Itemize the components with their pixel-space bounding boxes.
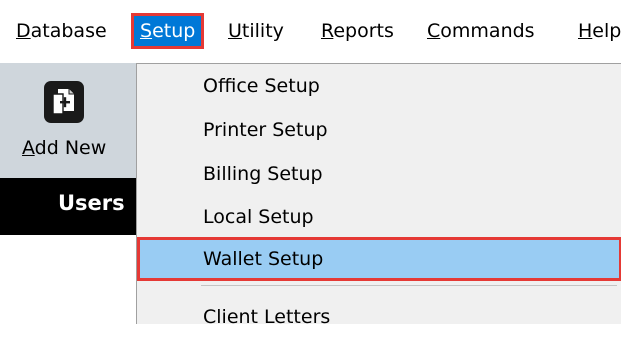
- menu-item-office-setup[interactable]: Office Setup: [137, 64, 621, 108]
- menu-utility-label: tility: [241, 20, 284, 42]
- menu-item-label: Printer Setup: [203, 119, 328, 141]
- add-document-icon: [52, 89, 74, 115]
- add-new-icon[interactable]: [44, 81, 84, 123]
- menu-database-label: atabase: [30, 20, 107, 42]
- section-title: Users: [58, 191, 125, 215]
- menu-help-mnemonic: H: [578, 20, 593, 42]
- menu-item-label: Wallet Setup: [203, 248, 324, 270]
- menu-database[interactable]: Database: [16, 16, 107, 46]
- menu-commands-mnemonic: C: [427, 20, 441, 42]
- menu-item-label: Office Setup: [203, 75, 320, 97]
- menu-bar: Database Setup Utility Reports Commands …: [0, 0, 621, 63]
- menu-utility-mnemonic: U: [228, 20, 242, 42]
- menu-separator: [201, 285, 617, 286]
- setup-dropdown-menu: Office Setup Printer Setup Billing Setup…: [136, 63, 621, 328]
- menu-item-local-setup[interactable]: Local Setup: [137, 195, 621, 239]
- menu-commands[interactable]: Commands: [427, 16, 535, 46]
- menu-item-billing-setup[interactable]: Billing Setup: [137, 152, 621, 196]
- menu-item-label: Local Setup: [203, 206, 314, 228]
- menu-setup-mnemonic: S: [140, 20, 153, 42]
- menu-item-client-letters[interactable]: Client Letters: [137, 295, 621, 339]
- menu-item-printer-setup[interactable]: Printer Setup: [137, 108, 621, 152]
- menu-item-label: Client Letters: [203, 306, 331, 328]
- add-new-button[interactable]: Add New: [22, 137, 106, 159]
- menu-setup-label: etup: [152, 20, 196, 42]
- add-new-mnemonic: A: [22, 137, 35, 159]
- add-new-label: dd New: [34, 137, 107, 159]
- menu-item-wallet-setup[interactable]: Wallet Setup: [137, 237, 621, 281]
- section-header: Users: [0, 178, 136, 235]
- toolbar: Add New: [0, 63, 136, 178]
- menu-help-label: elp: [592, 20, 621, 42]
- menu-reports-mnemonic: R: [321, 20, 334, 42]
- menu-setup[interactable]: Setup: [130, 13, 205, 49]
- menu-database-mnemonic: D: [16, 20, 31, 42]
- menu-help[interactable]: Help: [578, 16, 621, 46]
- menu-item-label: Billing Setup: [203, 163, 323, 185]
- menu-utility[interactable]: Utility: [228, 16, 284, 46]
- menu-reports-label: eports: [333, 20, 394, 42]
- menu-reports[interactable]: Reports: [321, 16, 394, 46]
- menu-commands-label: ommands: [440, 20, 535, 42]
